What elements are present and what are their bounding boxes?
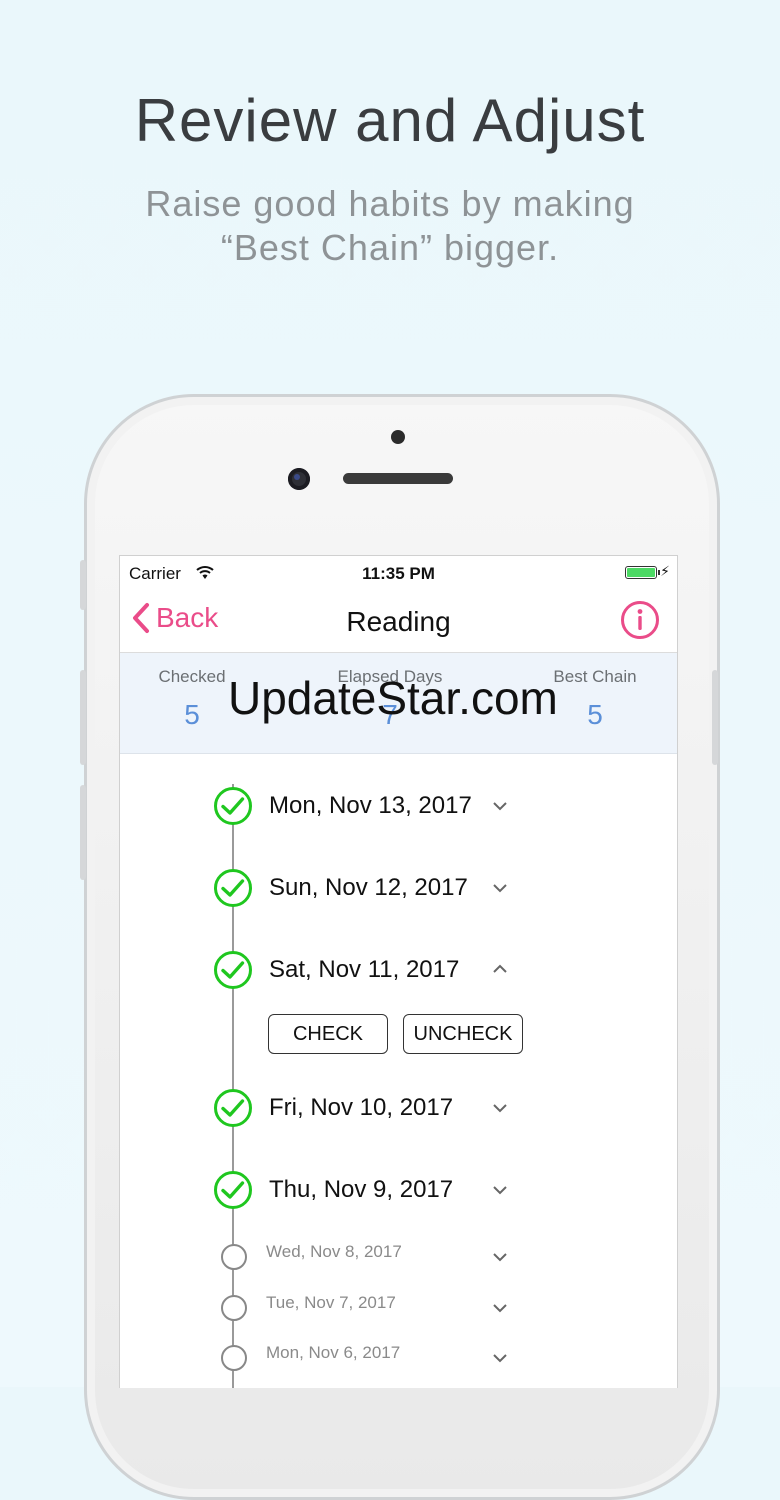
charging-bolt-icon: ⚡	[660, 563, 670, 579]
headline: Review and Adjust	[134, 87, 646, 154]
chevron-down-icon[interactable]	[492, 1252, 508, 1262]
status-time: 11:35 PM	[362, 564, 435, 583]
chevron-down-icon[interactable]	[492, 1353, 508, 1363]
uncheck-button[interactable]: UNCHECK	[403, 1014, 523, 1054]
proximity-sensor	[391, 430, 405, 444]
phone-power-button	[712, 670, 718, 765]
info-icon[interactable]	[620, 600, 660, 640]
checkmark-circle-icon[interactable]	[213, 1088, 253, 1128]
empty-circle-icon[interactable]	[221, 1295, 247, 1321]
check-button[interactable]: CHECK	[268, 1014, 388, 1054]
chevron-down-icon[interactable]	[492, 883, 508, 893]
chevron-down-icon[interactable]	[492, 1303, 508, 1313]
checkmark-circle-icon[interactable]	[213, 786, 253, 826]
phone-volume-down	[80, 785, 86, 880]
app-screen: Carrier 11:35 PM ⚡ Back Reading Checked …	[119, 555, 678, 1388]
chevron-down-icon[interactable]	[492, 1185, 508, 1195]
status-bar: Carrier 11:35 PM ⚡	[120, 556, 677, 590]
entry-date: Sun, Nov 12, 2017	[269, 874, 468, 901]
subtitle-line-1: Raise good habits by making	[145, 183, 635, 224]
entry-date: Wed, Nov 8, 2017	[266, 1242, 402, 1261]
battery-icon	[625, 566, 660, 579]
entry-date: Mon, Nov 6, 2017	[266, 1343, 401, 1362]
checkmark-circle-icon[interactable]	[213, 868, 253, 908]
subtitle-line-2: “Best Chain” bigger.	[220, 227, 560, 268]
entry-date: Mon, Nov 13, 2017	[269, 792, 472, 819]
history-timeline: Mon, Nov 13, 2017 Sun, Nov 12, 2017 Sat,…	[120, 754, 677, 1388]
checkmark-circle-icon[interactable]	[213, 950, 253, 990]
earpiece-speaker	[343, 473, 453, 484]
chevron-down-icon[interactable]	[492, 801, 508, 811]
front-camera	[288, 468, 310, 490]
page-title: Reading	[346, 606, 451, 637]
entry-date: Tue, Nov 7, 2017	[266, 1293, 396, 1312]
watermark-text: UpdateStar.com	[228, 672, 558, 724]
empty-circle-icon[interactable]	[221, 1244, 247, 1270]
empty-circle-icon[interactable]	[221, 1345, 247, 1371]
entry-date: Fri, Nov 10, 2017	[269, 1094, 454, 1121]
entry-date: Sat, Nov 11, 2017	[269, 956, 460, 983]
entry-date: Thu, Nov 9, 2017	[269, 1176, 454, 1203]
navigation-bar: Back Reading	[120, 590, 677, 653]
chevron-up-icon[interactable]	[492, 964, 508, 974]
phone-side-button	[80, 560, 86, 610]
checkmark-circle-icon[interactable]	[213, 1170, 253, 1210]
phone-volume-up	[80, 670, 86, 765]
chevron-down-icon[interactable]	[492, 1103, 508, 1113]
